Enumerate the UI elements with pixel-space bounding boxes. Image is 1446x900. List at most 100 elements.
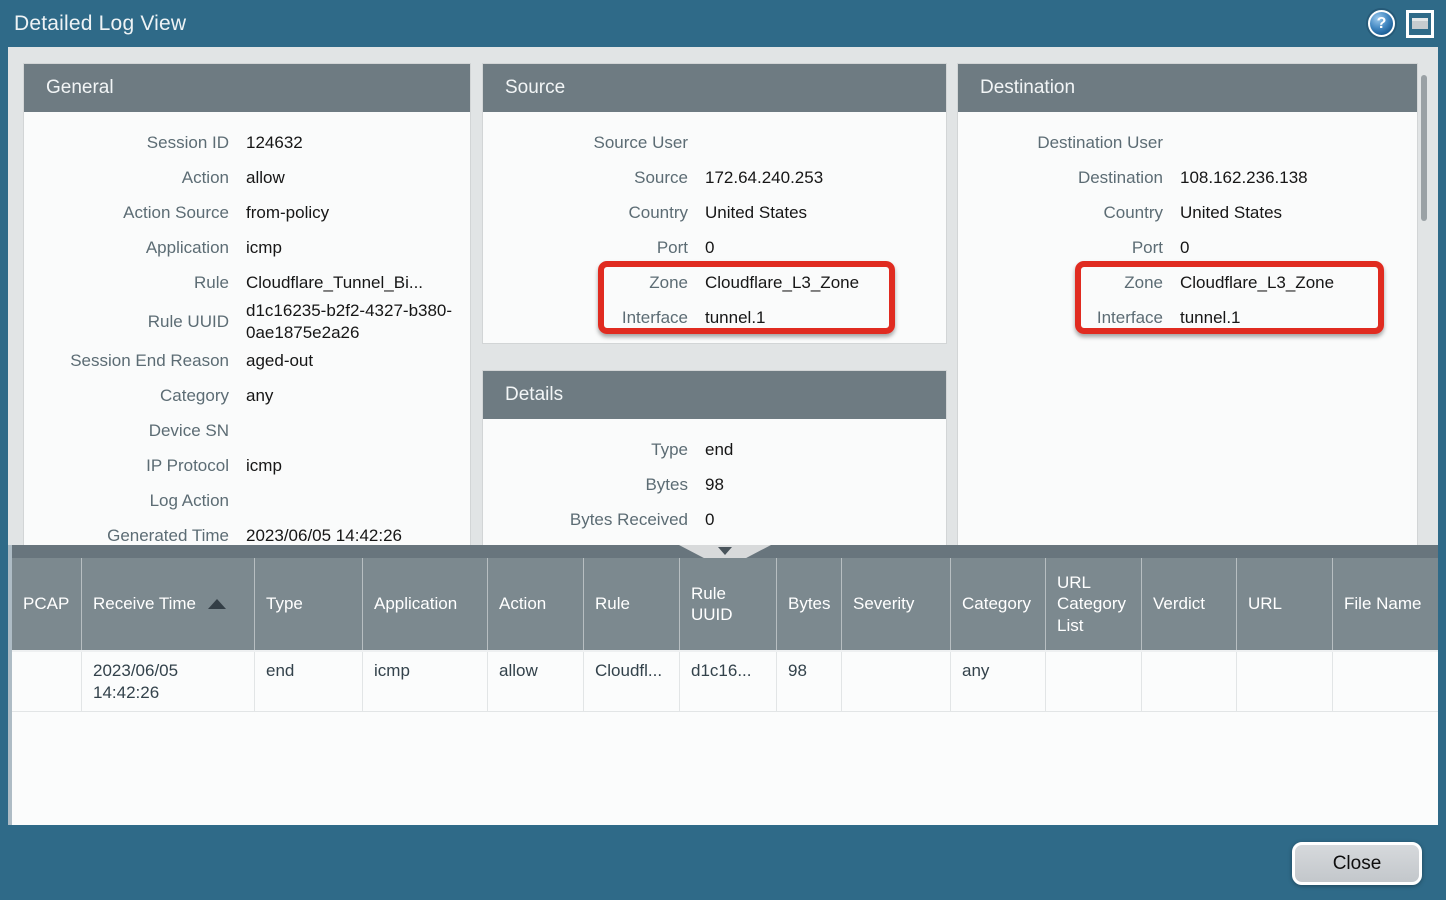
- field-label: Destination: [958, 168, 1163, 188]
- field-label: Application: [24, 238, 229, 258]
- column-header-label: Verdict: [1153, 593, 1205, 614]
- column-header-rule[interactable]: Rule: [584, 558, 680, 650]
- field-value: 108.162.236.138: [1180, 167, 1417, 189]
- field-label: Source User: [483, 133, 688, 153]
- field-row-device-sn: Device SN: [24, 414, 470, 449]
- column-header-url-category-list[interactable]: URL Category List: [1046, 558, 1142, 650]
- column-header-rule-uuid[interactable]: Rule UUID: [680, 558, 777, 650]
- column-header-bytes[interactable]: Bytes: [777, 558, 842, 650]
- field-label: Device SN: [24, 421, 229, 441]
- cell-pcap: [12, 652, 82, 711]
- field-label: Session ID: [24, 133, 229, 153]
- field-value: allow: [246, 167, 470, 189]
- maximize-icon-glyph: [1412, 18, 1428, 29]
- field-row-destination-port: Port0: [958, 230, 1417, 265]
- cell-application: icmp: [363, 652, 488, 711]
- field-label: Bytes Received: [483, 510, 688, 530]
- sort-ascending-icon: [208, 599, 226, 609]
- field-value: 2023/06/05 14:42:26: [246, 525, 470, 545]
- field-row-source-zone: ZoneCloudflare_L3_Zone: [483, 265, 946, 300]
- column-header-label: URL Category List: [1057, 572, 1133, 636]
- field-row-destination-interface: Interfacetunnel.1: [958, 300, 1417, 335]
- vertical-scrollbar-thumb[interactable]: [1421, 75, 1427, 221]
- log-table-region: PCAP Receive Time Type Application Actio…: [8, 545, 1438, 825]
- field-row-log-action: Log Action: [24, 484, 470, 519]
- field-value: icmp: [246, 455, 470, 477]
- field-value: 0: [705, 509, 946, 531]
- field-row-bytes-received: Bytes Received 0: [483, 502, 946, 537]
- column-header-category[interactable]: Category: [951, 558, 1046, 650]
- column-header-pcap[interactable]: PCAP: [12, 558, 82, 650]
- destination-panel-content: Destination User Destination 108.162.236.…: [958, 112, 1417, 335]
- field-label: Rule UUID: [24, 312, 229, 332]
- field-label: Destination User: [958, 133, 1163, 153]
- field-value: from-policy: [246, 202, 470, 224]
- general-panel: General Session ID124632 Actionallow Act…: [24, 64, 470, 545]
- general-panel-content: Session ID124632 Actionallow Action Sour…: [24, 112, 470, 545]
- field-label: Log Action: [24, 491, 229, 511]
- field-value: tunnel.1: [1180, 307, 1417, 329]
- field-row-source-country: CountryUnited States: [483, 195, 946, 230]
- column-header-file-name[interactable]: File Name: [1333, 558, 1438, 650]
- dialog-content-area: General Session ID124632 Actionallow Act…: [8, 47, 1438, 825]
- destination-panel: Destination Destination User Destination…: [958, 64, 1417, 545]
- column-header-label: URL: [1248, 593, 1282, 614]
- splitter-handle[interactable]: [679, 545, 771, 558]
- help-icon[interactable]: ?: [1368, 10, 1395, 37]
- field-label: Port: [483, 238, 688, 258]
- field-value: 172.64.240.253: [705, 167, 946, 189]
- column-header-url[interactable]: URL: [1237, 558, 1333, 650]
- column-header-label: Receive Time: [93, 593, 196, 614]
- column-header-label: Type: [266, 593, 303, 614]
- dialog-title: Detailed Log View: [14, 12, 186, 36]
- details-panel-content: Typeend Bytes98 Bytes Received0: [483, 419, 946, 537]
- column-header-label: File Name: [1344, 593, 1421, 614]
- cell-rule-uuid: d1c16...: [680, 652, 777, 711]
- column-header-label: Application: [374, 593, 457, 614]
- source-panel: Source Source User Source172.64.240.253 …: [483, 64, 946, 343]
- details-panel: Details Typeend Bytes98 Bytes Received0: [483, 371, 946, 545]
- field-label: Bytes: [483, 475, 688, 495]
- cell-url: [1237, 652, 1333, 711]
- field-row-ip-protocol: IP Protocol icmp: [24, 449, 470, 484]
- field-label: Zone: [483, 273, 688, 293]
- column-header-label: Category: [962, 593, 1031, 614]
- log-table-header: PCAP Receive Time Type Application Actio…: [12, 558, 1438, 650]
- field-row-source-interface: Interface tunnel.1: [483, 300, 946, 335]
- column-header-severity[interactable]: Severity: [842, 558, 951, 650]
- field-label: Port: [958, 238, 1163, 258]
- field-row-destination-zone: ZoneCloudflare_L3_Zone: [958, 265, 1417, 300]
- close-button[interactable]: Close: [1292, 842, 1422, 885]
- splitter-rail: [12, 545, 1438, 558]
- field-row-session-end-reason: Session End Reasonaged-out: [24, 344, 470, 379]
- column-header-label: Rule UUID: [691, 583, 768, 626]
- maximize-icon[interactable]: [1406, 10, 1434, 38]
- cell-file-name: [1333, 652, 1438, 711]
- field-value: United States: [705, 202, 946, 224]
- column-header-application[interactable]: Application: [363, 558, 488, 650]
- column-header-type[interactable]: Type: [255, 558, 363, 650]
- column-header-action[interactable]: Action: [488, 558, 584, 650]
- detailed-log-view-dialog: Detailed Log View ? General Session ID12…: [0, 0, 1446, 900]
- cell-action: allow: [488, 652, 584, 711]
- column-header-label: Bytes: [788, 593, 831, 614]
- field-row-source-user: Source User: [483, 125, 946, 160]
- log-table-row[interactable]: 2023/06/05 14:42:26 end icmp allow Cloud…: [12, 650, 1438, 712]
- cell-type: end: [255, 652, 363, 711]
- field-label: Type: [483, 440, 688, 460]
- field-value: end: [705, 439, 946, 461]
- column-header-receive-time[interactable]: Receive Time: [82, 558, 255, 650]
- column-header-verdict[interactable]: Verdict: [1142, 558, 1237, 650]
- field-value: United States: [1180, 202, 1417, 224]
- field-row-type: Typeend: [483, 432, 946, 467]
- cell-category: any: [951, 652, 1046, 711]
- field-label: IP Protocol: [24, 456, 229, 476]
- field-row-destination-user: Destination User: [958, 125, 1417, 160]
- field-row-source: Source172.64.240.253: [483, 160, 946, 195]
- field-value: aged-out: [246, 350, 470, 372]
- field-label: Interface: [483, 308, 688, 328]
- field-row-generated-time: Generated Time2023/06/05 14:42:26: [24, 519, 470, 546]
- field-row-action-source: Action Sourcefrom-policy: [24, 195, 470, 230]
- cell-url-category-list: [1046, 652, 1142, 711]
- field-value: tunnel.1: [705, 307, 946, 329]
